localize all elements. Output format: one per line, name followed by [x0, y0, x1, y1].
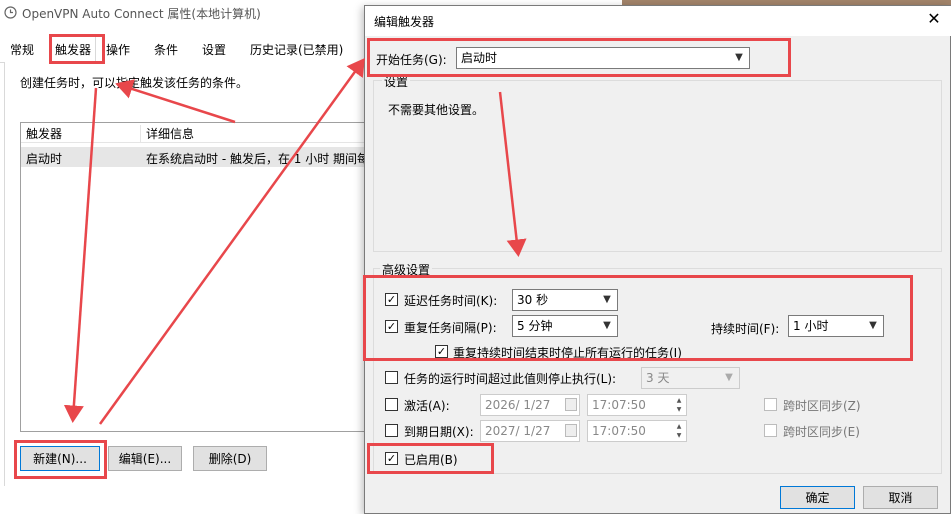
- activate-date-field[interactable]: 2026/ 1/27: [480, 394, 580, 416]
- tab-conditions[interactable]: 条件: [150, 38, 182, 63]
- tab-general[interactable]: 常规: [6, 38, 38, 63]
- expire-label: 到期日期(X):: [404, 425, 474, 439]
- tab-history[interactable]: 历史记录(已禁用): [246, 38, 347, 63]
- spinner-icon[interactable]: ▲ ▼: [673, 396, 685, 414]
- chevron-down-icon: ▼: [725, 372, 733, 383]
- activate-sync-checkbox[interactable]: [764, 398, 777, 411]
- delete-trigger-button[interactable]: 删除(D): [193, 446, 267, 471]
- activate-time-field[interactable]: 17:07:50 ▲ ▼: [587, 394, 687, 416]
- calendar-icon[interactable]: [565, 424, 577, 437]
- annotation-box-advanced: [363, 275, 913, 361]
- annotation-box-begin-task: [367, 38, 791, 77]
- expire-time-value: 17:07:50: [592, 424, 646, 438]
- trigger-list[interactable]: [20, 122, 366, 432]
- spinner-icon[interactable]: ▲ ▼: [673, 422, 685, 440]
- stop-longer-value: 3 天: [646, 371, 670, 385]
- edit-trigger-button[interactable]: 编辑(E)...: [108, 446, 182, 471]
- calendar-icon[interactable]: [565, 398, 577, 411]
- expire-date-value: 2027/ 1/27: [485, 424, 551, 438]
- expire-sync-label: 跨时区同步(E): [783, 425, 860, 439]
- stop-longer-checkbox[interactable]: [385, 371, 398, 384]
- settings-text: 不需要其他设置。: [388, 103, 485, 117]
- stop-longer-select[interactable]: 3 天 ▼: [641, 367, 740, 389]
- ok-button[interactable]: 确定: [780, 486, 855, 509]
- column-separator[interactable]: [140, 125, 141, 143]
- activate-date-value: 2026/ 1/27: [485, 398, 551, 412]
- table-row[interactable]: 启动时 在系统启动时 - 触发后，在 1 小时 期间每: [21, 147, 366, 167]
- expire-date-field[interactable]: 2027/ 1/27: [480, 420, 580, 442]
- expire-time-field[interactable]: 17:07:50 ▲ ▼: [587, 420, 687, 442]
- clock-icon: [4, 6, 17, 19]
- column-header-details[interactable]: 详细信息: [146, 125, 194, 142]
- annotation-box-new-button: [14, 440, 107, 479]
- annotation-box-triggers-tab: [49, 34, 105, 64]
- activate-time-value: 17:07:50: [592, 398, 646, 412]
- activate-checkbox[interactable]: [385, 398, 398, 411]
- close-icon[interactable]: ✕: [924, 9, 944, 29]
- dialog-titlebar[interactable]: [365, 6, 951, 36]
- annotation-box-enabled: [367, 443, 494, 474]
- trigger-cell: 启动时: [26, 152, 63, 166]
- stop-longer-label: 任务的运行时间超过此值则停止执行(L):: [404, 372, 617, 386]
- activate-sync-label: 跨时区同步(Z): [783, 399, 861, 413]
- properties-window-title: OpenVPN Auto Connect 属性(本地计算机): [22, 7, 261, 21]
- tab-actions[interactable]: 操作: [102, 38, 134, 63]
- trigger-list-header: 触发器 详细信息: [21, 123, 366, 143]
- cancel-button[interactable]: 取消: [863, 486, 938, 509]
- expire-sync-checkbox[interactable]: [764, 424, 777, 437]
- triggers-description: 创建任务时，可以指定触发该任务的条件。: [20, 76, 249, 90]
- tab-settings[interactable]: 设置: [198, 38, 230, 63]
- expire-checkbox[interactable]: [385, 424, 398, 437]
- activate-label: 激活(A):: [404, 399, 450, 413]
- column-header-trigger[interactable]: 触发器: [26, 125, 62, 142]
- dialog-title: 编辑触发器: [374, 15, 435, 29]
- details-cell: 在系统启动时 - 触发后，在 1 小时 期间每: [146, 152, 364, 166]
